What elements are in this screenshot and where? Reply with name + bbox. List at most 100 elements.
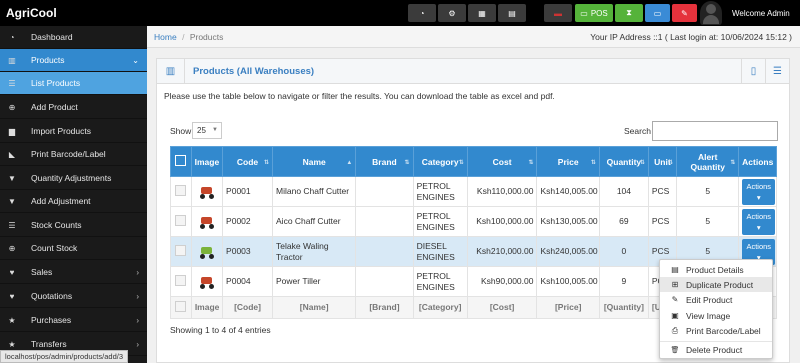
breadcrumb-home-link[interactable]: Home (154, 32, 177, 42)
sidebar-item-dashboard[interactable]: ◔ Dashboard (0, 26, 147, 49)
sidebar-item-quotations[interactable]: ♥ Quotations › (0, 285, 147, 308)
plus-circle-icon: ⊕ (8, 243, 16, 253)
brand-logo[interactable]: AgriCool (6, 6, 57, 20)
flag-icon: ▬ (554, 8, 562, 18)
column-header-sortable[interactable]: Brand ⇅ (355, 146, 414, 177)
sidebar-item-label: Add Adjustment (31, 196, 91, 206)
calendar-button[interactable]: ▤ (498, 4, 526, 22)
product-thumbnail[interactable] (199, 215, 215, 229)
footer-filter[interactable]: [Cost] (466, 296, 538, 319)
footer-filter[interactable]: [Name] (272, 296, 357, 319)
sidebar-item-print-barcode[interactable]: ◣ Print Barcode/Label (0, 143, 147, 166)
notes-button[interactable]: ▭ (645, 4, 670, 22)
column-header-sortable[interactable]: Code ⇅ (222, 146, 274, 177)
row-checkbox[interactable] (175, 244, 187, 256)
row-checkbox[interactable] (175, 214, 187, 226)
sidebar-item-import-products[interactable]: ▆ Import Products (0, 120, 147, 143)
pos-button[interactable]: ▭ POS (575, 4, 613, 22)
cell-price: Ksh130,005.00 (536, 206, 600, 237)
caret-down-icon: ▼ (212, 127, 218, 133)
alerts-button[interactable]: ⧗ (615, 4, 643, 22)
actions-button[interactable]: Actions ▾ (742, 178, 776, 205)
product-thumbnail[interactable] (199, 185, 215, 199)
row-checkbox[interactable] (175, 274, 187, 286)
product-thumbnail[interactable] (199, 275, 215, 289)
cell-quantity: 104 (598, 176, 649, 207)
hourglass-icon: ⧗ (626, 8, 632, 17)
product-image[interactable] (190, 266, 224, 297)
actions-button[interactable]: Actions ▾ (742, 208, 776, 235)
select-all-header[interactable] (170, 146, 192, 177)
mobile-view-button[interactable]: ▯ (741, 59, 765, 83)
column-header-sortable[interactable]: Price ⇅ (536, 146, 600, 177)
sidebar-item-add-adjustment[interactable]: ▼ Add Adjustment (0, 190, 147, 213)
footer-filter[interactable]: [Code] (222, 296, 274, 319)
menu-item-view-image[interactable]: ▣ View Image (660, 308, 772, 323)
product-image[interactable] (190, 236, 224, 267)
table-row[interactable]: P0002 Aico Chaff Cutter PETROL ENGINES K… (170, 206, 777, 237)
select-all-checkbox[interactable] (175, 155, 187, 166)
menu-item-product-details[interactable]: ▤ Product Details (660, 262, 772, 277)
column-header-sortable[interactable]: Unit ⇅ (647, 146, 677, 177)
plus-square-icon: ⊞ (671, 280, 679, 289)
sidebar-item-products[interactable]: ▥ Products ⌄ (0, 49, 147, 72)
edit-icon: ✎ (671, 295, 679, 304)
settings-button[interactable]: ⚙ (438, 4, 466, 22)
dashboard-button[interactable]: ◔ (408, 4, 436, 22)
show-entries-select[interactable]: 25 ▼ (192, 122, 222, 139)
sidebar-item-label: Dashboard (31, 32, 73, 42)
sidebar-item-count-stock[interactable]: ⊕ Count Stock (0, 237, 147, 260)
sidebar-item-quantity-adjustments[interactable]: ▼ Quantity Adjustments (0, 167, 147, 190)
filter-icon: ▼ (8, 173, 16, 183)
cell-cost: Ksh100,000.00 (466, 206, 538, 237)
settings-icon: ⚙ (448, 8, 456, 18)
language-button[interactable]: ▬ (544, 4, 572, 22)
print-icon: ⎙ (671, 325, 679, 335)
menu-item-duplicate-product[interactable]: ⊞ Duplicate Product (660, 277, 772, 292)
footer-filter[interactable]: [Price] (536, 296, 600, 319)
column-header-sortable[interactable]: Name ▲ (272, 146, 357, 177)
sidebar-item-label: Purchases (31, 315, 72, 325)
cell-name: Milano Chaff Cutter (272, 176, 357, 207)
clear-data-button[interactable]: ✎ (672, 4, 697, 22)
row-checkbox[interactable] (175, 184, 187, 196)
sort-icon: ⇅ (590, 160, 596, 166)
cell-name: Telake Waling Tractor (272, 236, 357, 267)
menu-item-print-barcode[interactable]: ⎙ Print Barcode/Label (660, 323, 772, 338)
cell-quantity: 0 (598, 236, 649, 267)
footer-filter[interactable]: [Category] (412, 296, 468, 319)
sidebar-item-add-product[interactable]: ⊕ Add Product (0, 96, 147, 119)
column-header-sortable[interactable]: Alert Quantity ⇅ (675, 146, 740, 177)
sidebar-item-stock-counts[interactable]: ☰ Stock Counts (0, 214, 147, 237)
sidebar-item-sales[interactable]: ♥ Sales › (0, 261, 147, 284)
menu-item-edit-product[interactable]: ✎ Edit Product (660, 292, 772, 307)
calculator-button[interactable]: ▦ (468, 4, 496, 22)
cell-name: Aico Chaff Cutter (272, 206, 357, 237)
list-icon: ☰ (8, 78, 16, 88)
chevron-right-icon: › (136, 291, 139, 301)
footer-filter[interactable]: Image (190, 296, 224, 319)
welcome-text[interactable]: Welcome Admin (732, 9, 790, 18)
sidebar-item-list-products[interactable]: ☰ List Products (0, 72, 147, 95)
column-header-sortable[interactable]: Cost ⇅ (466, 146, 538, 177)
breadcrumb: Home / Products (154, 32, 223, 42)
footer-filter[interactable]: [Quantity] (598, 296, 649, 319)
sidebar-item-label: Quotations (31, 291, 73, 301)
product-image[interactable] (190, 176, 224, 207)
sort-icon: ⇅ (667, 160, 673, 166)
column-header-sortable[interactable]: Quantity ⇅ (598, 146, 649, 177)
user-avatar[interactable] (700, 1, 722, 25)
plus-circle-icon: ⊕ (8, 102, 16, 112)
footer-filter[interactable]: [Brand] (355, 296, 414, 319)
sidebar-item-purchases[interactable]: ★ Purchases › (0, 309, 147, 332)
table-row[interactable]: P0001 Milano Chaff Cutter PETROL ENGINES… (170, 176, 777, 207)
calendar-icon: ▤ (508, 8, 516, 18)
product-image[interactable] (190, 206, 224, 237)
menu-item-delete-product[interactable]: 🗑 Delete Product (660, 342, 772, 357)
tasks-menu-button[interactable]: ☰ (765, 59, 789, 83)
search-input[interactable] (652, 121, 778, 141)
calculator-icon: ▦ (478, 8, 486, 18)
column-header-sortable[interactable]: Category ⇅ (412, 146, 468, 177)
footer-checkbox[interactable] (175, 300, 187, 312)
product-thumbnail[interactable] (199, 245, 215, 259)
